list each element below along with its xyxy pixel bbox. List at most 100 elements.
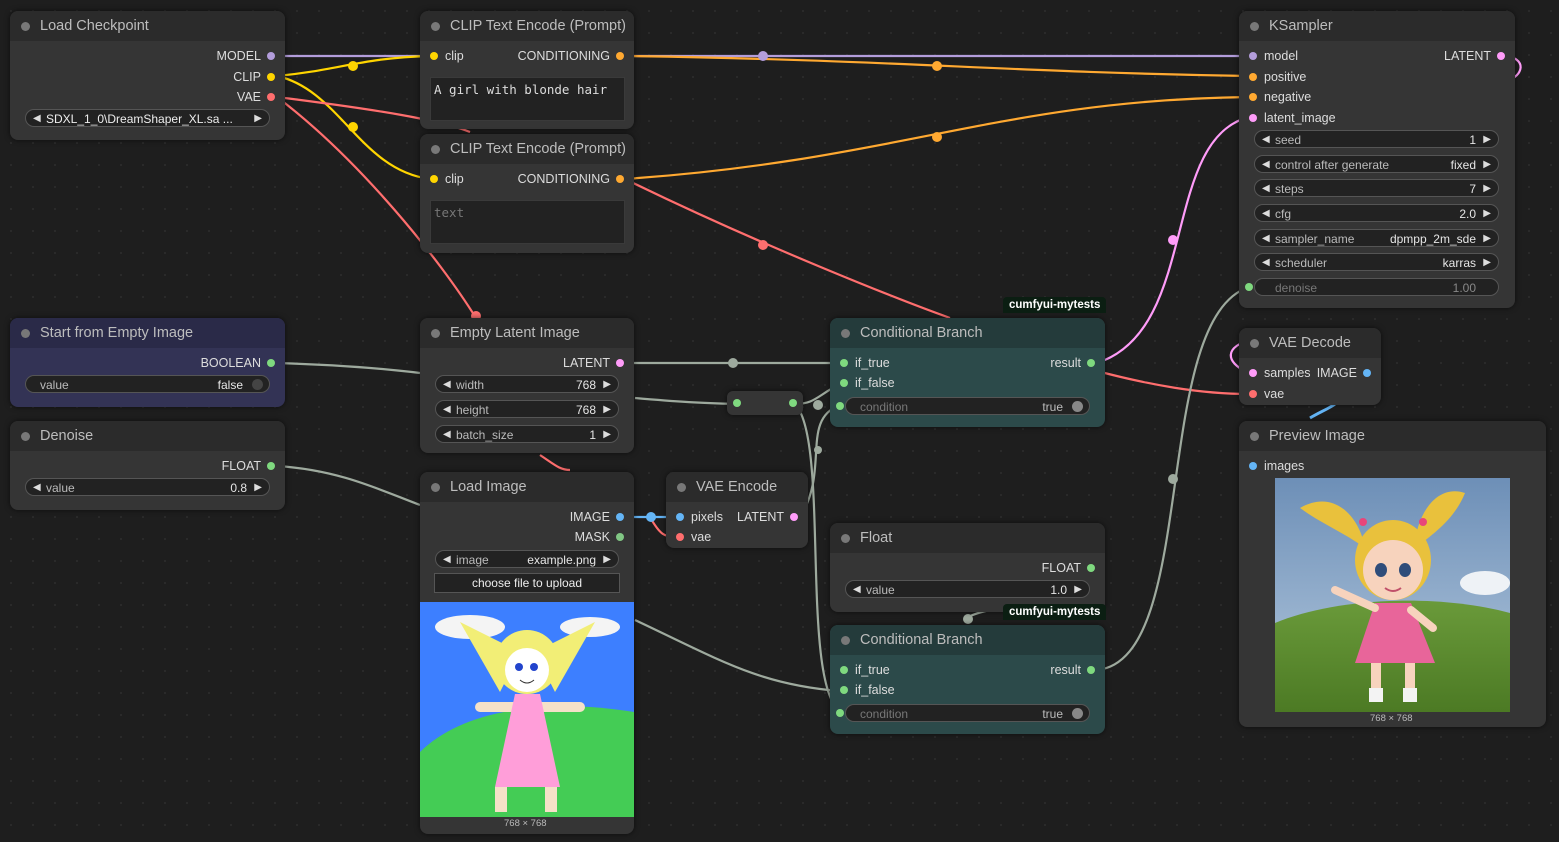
prompt-textarea[interactable]: A girl with blonde hair: [430, 77, 625, 121]
socket-icon[interactable]: [676, 512, 684, 521]
collapse-dot[interactable]: [1250, 339, 1259, 348]
output-latent[interactable]: LATENT: [563, 355, 624, 371]
output-image[interactable]: IMAGE: [1317, 365, 1371, 381]
socket-icon[interactable]: [1249, 461, 1257, 470]
arrow-right-icon[interactable]: ▶: [1483, 156, 1491, 174]
input-images[interactable]: images: [1249, 458, 1304, 474]
socket-icon[interactable]: [1249, 368, 1257, 377]
height-widget[interactable]: ◀ height 768 ▶: [435, 400, 619, 418]
socket-icon[interactable]: [1087, 358, 1095, 367]
socket-icon[interactable]: [840, 665, 848, 674]
node-conditional-branch-1[interactable]: Conditional Branch if_true result if_fal…: [830, 318, 1105, 427]
node-ksampler[interactable]: KSampler model LATENT positive negative …: [1239, 11, 1515, 308]
socket-icon[interactable]: [616, 174, 624, 183]
socket-icon[interactable]: [430, 174, 438, 183]
node-title[interactable]: Load Image: [420, 472, 634, 502]
input-clip[interactable]: clip: [430, 48, 464, 64]
denoise-widget[interactable]: denoise 1.00: [1254, 278, 1499, 296]
socket-icon[interactable]: [840, 685, 848, 694]
node-float[interactable]: Float FLOAT ◀ value 1.0 ▶: [830, 523, 1105, 612]
input-pixels[interactable]: pixels: [676, 509, 723, 525]
node-vae-decode[interactable]: VAE Decode samples IMAGE vae: [1239, 328, 1381, 405]
node-title[interactable]: Float: [830, 523, 1105, 553]
socket-icon[interactable]: [840, 358, 848, 367]
width-widget[interactable]: ◀ width 768 ▶: [435, 375, 619, 393]
node-denoise[interactable]: Denoise FLOAT ◀ value 0.8 ▶: [10, 421, 285, 510]
socket-icon[interactable]: [836, 709, 844, 717]
choose-file-button[interactable]: choose file to upload: [434, 573, 620, 593]
arrow-left-icon[interactable]: ◀: [1262, 156, 1270, 174]
node-conditional-branch-2[interactable]: Conditional Branch if_true result if_fal…: [830, 625, 1105, 734]
reroute-node[interactable]: [727, 391, 803, 415]
socket-icon[interactable]: [267, 358, 275, 367]
socket-icon[interactable]: [616, 358, 624, 367]
control-after-generate-widget[interactable]: ◀ control after generate fixed ▶: [1254, 155, 1499, 173]
socket-icon[interactable]: [789, 399, 797, 407]
socket-icon[interactable]: [267, 72, 275, 81]
node-start-from-empty-image[interactable]: Start from Empty Image BOOLEAN value fals…: [10, 318, 285, 407]
condition-toggle[interactable]: condition true: [845, 397, 1090, 415]
arrow-right-icon[interactable]: ▶: [1483, 254, 1491, 272]
output-conditioning[interactable]: CONDITIONING: [518, 171, 624, 187]
socket-icon[interactable]: [430, 51, 438, 60]
socket-icon[interactable]: [836, 402, 844, 410]
socket-icon[interactable]: [616, 512, 624, 521]
node-title[interactable]: VAE Decode: [1239, 328, 1381, 358]
socket-icon[interactable]: [616, 51, 624, 60]
node-load-checkpoint[interactable]: Load Checkpoint MODEL CLIP VAE ◀ SDXL_1_…: [10, 11, 285, 140]
output-result[interactable]: result: [1050, 662, 1095, 678]
output-vae[interactable]: VAE: [237, 89, 275, 105]
output-latent[interactable]: LATENT: [1444, 48, 1505, 64]
collapse-dot[interactable]: [841, 636, 850, 645]
collapse-dot[interactable]: [21, 22, 30, 31]
collapse-dot[interactable]: [431, 483, 440, 492]
batch-size-widget[interactable]: ◀ batch_size 1 ▶: [435, 425, 619, 443]
seed-widget[interactable]: ◀ seed 1 ▶: [1254, 130, 1499, 148]
arrow-left-icon[interactable]: ◀: [1262, 254, 1270, 272]
node-title[interactable]: Denoise: [10, 421, 285, 451]
socket-icon[interactable]: [1245, 283, 1253, 291]
node-title[interactable]: VAE Encode: [666, 472, 808, 502]
node-title[interactable]: Empty Latent Image: [420, 318, 634, 348]
input-if-true[interactable]: if_true: [840, 355, 890, 371]
image-combo[interactable]: ◀ image example.png ▶: [435, 550, 619, 568]
socket-icon[interactable]: [1087, 563, 1095, 572]
socket-icon[interactable]: [1249, 51, 1257, 60]
ckpt-name-combo[interactable]: ◀ SDXL_1_0\DreamShaper_XL.sa ... ▶: [25, 109, 270, 127]
collapse-dot[interactable]: [677, 483, 686, 492]
output-model[interactable]: MODEL: [217, 48, 275, 64]
collapse-dot[interactable]: [841, 329, 850, 338]
node-preview-image[interactable]: Preview Image images 768 × 768: [1239, 421, 1546, 727]
socket-icon[interactable]: [733, 399, 741, 407]
collapse-dot[interactable]: [1250, 432, 1259, 441]
value-widget[interactable]: ◀ value 1.0 ▶: [845, 580, 1090, 598]
output-latent[interactable]: LATENT: [737, 509, 798, 525]
input-if-false[interactable]: if_false: [840, 375, 895, 391]
arrow-right-icon[interactable]: ▶: [1483, 131, 1491, 149]
arrow-left-icon[interactable]: ◀: [443, 551, 451, 569]
arrow-right-icon[interactable]: ▶: [603, 551, 611, 569]
arrow-right-icon[interactable]: ▶: [1483, 230, 1491, 248]
node-clip-text-encode-2[interactable]: CLIP Text Encode (Prompt) clip CONDITION…: [420, 134, 634, 253]
input-samples[interactable]: samples: [1249, 365, 1311, 381]
output-mask[interactable]: MASK: [575, 529, 624, 545]
output-boolean[interactable]: BOOLEAN: [201, 355, 275, 371]
arrow-left-icon[interactable]: ◀: [1262, 131, 1270, 149]
steps-widget[interactable]: ◀ steps 7 ▶: [1254, 179, 1499, 197]
condition-toggle[interactable]: condition true: [845, 704, 1090, 722]
input-negative[interactable]: negative: [1249, 89, 1311, 105]
socket-icon[interactable]: [676, 532, 684, 541]
node-title[interactable]: CLIP Text Encode (Prompt): [420, 134, 634, 164]
arrow-right-icon[interactable]: ▶: [1074, 581, 1082, 599]
node-vae-encode[interactable]: VAE Encode pixels LATENT vae: [666, 472, 808, 548]
node-load-image[interactable]: Load Image IMAGE MASK ◀ image example.png ▶…: [420, 472, 634, 834]
socket-icon[interactable]: [1363, 368, 1371, 377]
arrow-right-icon[interactable]: ▶: [1483, 205, 1491, 223]
arrow-right-icon[interactable]: ▶: [254, 479, 262, 497]
value-widget[interactable]: ◀ value 0.8 ▶: [25, 478, 270, 496]
output-image[interactable]: IMAGE: [570, 509, 624, 525]
arrow-left-icon[interactable]: ◀: [443, 426, 451, 444]
collapse-dot[interactable]: [431, 22, 440, 31]
collapse-dot[interactable]: [1250, 22, 1259, 31]
arrow-right-icon[interactable]: ▶: [254, 110, 262, 128]
